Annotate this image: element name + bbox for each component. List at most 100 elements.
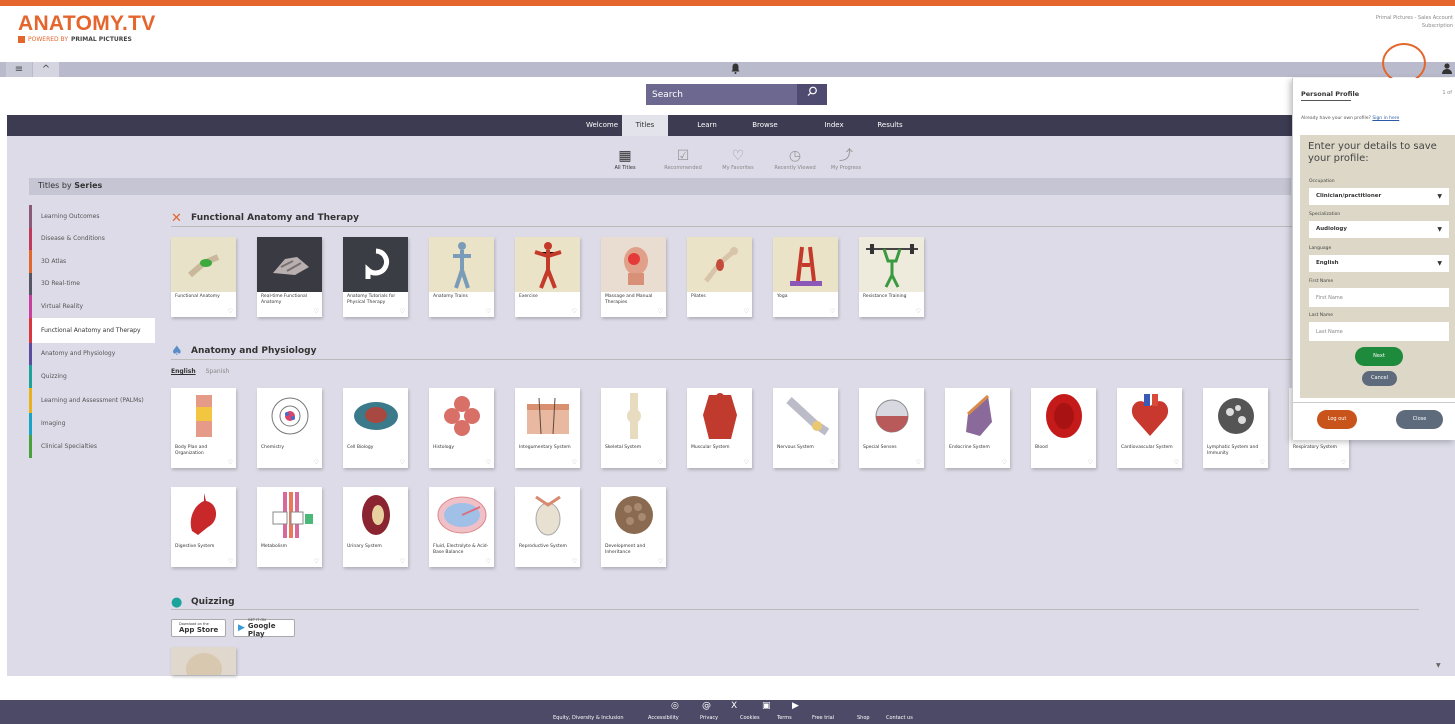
title-card[interactable]: Blood ♡	[1031, 388, 1096, 468]
heart-icon[interactable]: ♡	[830, 308, 835, 315]
subnav-my-progress[interactable]: ⤴ My Progress	[817, 148, 875, 171]
title-card[interactable]: Reproductive System ♡	[515, 487, 580, 567]
title-card[interactable]: Endocrine System ♡	[945, 388, 1010, 468]
user-icon[interactable]	[1442, 63, 1452, 77]
heart-icon[interactable]: ♡	[572, 308, 577, 315]
title-card[interactable]: Yoga ♡	[773, 237, 838, 317]
footer-link[interactable]: Accessibility	[648, 715, 679, 721]
footer-link[interactable]: Privacy	[700, 715, 718, 721]
linkedin-icon[interactable]: ▣	[762, 701, 771, 711]
heart-icon[interactable]: ♡	[916, 459, 921, 466]
title-card[interactable]: Muscular System ♡	[687, 388, 752, 468]
heart-icon[interactable]: ♡	[228, 558, 233, 565]
title-card[interactable]: Urinary System ♡	[343, 487, 408, 567]
title-card[interactable]: Metabolism ♡	[257, 487, 322, 567]
title-card[interactable]: Exercise ♡	[515, 237, 580, 317]
subnav-recently-viewed[interactable]: ◷ Recently Viewed	[767, 148, 823, 171]
heart-icon[interactable]: ♡	[1174, 459, 1179, 466]
title-card[interactable]: Special Senses ♡	[859, 388, 924, 468]
heart-icon[interactable]: ♡	[400, 558, 405, 565]
search-icon[interactable]	[797, 84, 827, 105]
footer-link[interactable]: Free trial	[812, 715, 834, 721]
signin-link[interactable]: Sign in here	[1372, 116, 1399, 121]
heart-icon[interactable]: ♡	[1260, 459, 1265, 466]
heart-icon[interactable]: ♡	[400, 308, 405, 315]
tab-welcome[interactable]: Welcome	[577, 115, 627, 136]
close-button[interactable]: Close	[1396, 410, 1443, 429]
heart-icon[interactable]: ♡	[1002, 459, 1007, 466]
footer-link[interactable]: Shop	[857, 715, 870, 721]
title-card[interactable]: Anatomy Trains ♡	[429, 237, 494, 317]
heart-icon[interactable]: ♡	[744, 459, 749, 466]
title-card[interactable]: Massage and Manual Therapies ♡	[601, 237, 666, 317]
title-card[interactable]: Functional Anatomy ♡	[171, 237, 236, 317]
title-card[interactable]: Fluid, Electrolyte & Acid-Base Balance ♡	[429, 487, 494, 567]
heart-icon[interactable]: ♡	[228, 308, 233, 315]
heart-icon[interactable]: ♡	[916, 308, 921, 315]
title-card[interactable]: Real-time Functional Anatomy ♡	[257, 237, 322, 317]
scroll-down-icon[interactable]: ▼	[1436, 662, 1441, 669]
cancel-button[interactable]: Cancel	[1362, 371, 1397, 386]
heart-icon[interactable]: ♡	[658, 308, 663, 315]
bell-icon[interactable]	[731, 63, 740, 77]
heart-icon[interactable]: ♡	[744, 308, 749, 315]
sidebar-item-3d-atlas[interactable]: 3D Atlas	[29, 250, 155, 273]
sidebar-item-anatomy-physiology[interactable]: Anatomy and Physiology	[29, 342, 155, 365]
subnav-recommended[interactable]: ☑ Recommended	[656, 148, 710, 171]
language-select[interactable]: English ▼	[1309, 255, 1449, 272]
occupation-select[interactable]: Clinician/practitioner ▼	[1309, 188, 1449, 205]
title-card[interactable]: Body Plan and Organization ♡	[171, 388, 236, 468]
sidebar-item-clinical-specialties[interactable]: Clinical Specialties	[29, 435, 155, 458]
heart-icon[interactable]: ♡	[486, 558, 491, 565]
tab-browse[interactable]: Browse	[740, 115, 790, 136]
title-card[interactable]: Chemistry ♡	[257, 388, 322, 468]
title-card[interactable]: Histology ♡	[429, 388, 494, 468]
youtube-icon[interactable]: ▶	[792, 701, 799, 711]
sidebar-item-virtual-reality[interactable]: Virtual Reality	[29, 295, 155, 318]
heart-icon[interactable]: ♡	[658, 459, 663, 466]
heart-icon[interactable]: ♡	[830, 459, 835, 466]
tab-results[interactable]: Results	[865, 115, 915, 136]
sidebar-item-learning-outcomes[interactable]: Learning Outcomes	[29, 205, 155, 228]
app-store-button[interactable]: Download on the App Store	[171, 619, 226, 637]
title-card[interactable]: Cardiovascular System ♡	[1117, 388, 1182, 468]
title-card[interactable]: Digestive System ♡	[171, 487, 236, 567]
heart-icon[interactable]: ♡	[314, 459, 319, 466]
instagram-icon[interactable]: ◎	[671, 701, 679, 711]
footer-link[interactable]: Equity, Diversity & Inclusion	[553, 715, 623, 721]
last-name-field[interactable]	[1309, 322, 1449, 341]
title-card[interactable]: Skeletal System ♡	[601, 388, 666, 468]
title-card[interactable]: Pilates ♡	[687, 237, 752, 317]
subnav-all-titles[interactable]: ▦ All Titles	[606, 148, 644, 171]
footer-link[interactable]: Contact us	[886, 715, 913, 721]
next-button[interactable]: Next	[1355, 347, 1403, 366]
title-card[interactable]: Anatomy Tutorials for Physical Therapy ♡	[343, 237, 408, 317]
x-icon[interactable]: X	[731, 701, 737, 711]
subnav-favorites[interactable]: ♡ My Favorites	[713, 148, 763, 171]
heart-icon[interactable]: ♡	[314, 558, 319, 565]
sidebar-item-3d-realtime[interactable]: 3D Real-time	[29, 272, 155, 295]
heart-icon[interactable]: ♡	[572, 459, 577, 466]
account-info[interactable]: Primal Pictures - Sales Account Subscrip…	[1373, 14, 1453, 30]
first-name-field[interactable]	[1309, 288, 1449, 307]
title-card[interactable]: Development and Inheritance ♡	[601, 487, 666, 567]
tab-spanish[interactable]: Spanish	[206, 368, 230, 375]
footer-link[interactable]: Terms	[777, 715, 792, 721]
sidebar-item-quizzing[interactable]: Quizzing	[29, 365, 155, 388]
sidebar-item-imaging[interactable]: Imaging	[29, 412, 155, 435]
logout-button[interactable]: Log out	[1317, 410, 1357, 429]
heart-icon[interactable]: ♡	[1341, 459, 1346, 466]
menu-icon[interactable]: ≡	[6, 62, 32, 77]
heart-icon[interactable]: ♡	[572, 558, 577, 565]
heart-icon[interactable]: ♡	[1088, 459, 1093, 466]
heart-icon[interactable]: ♡	[486, 308, 491, 315]
logo[interactable]: ANATOMY.TV POWERED BY PRIMAL PICTURES	[18, 13, 156, 43]
title-card[interactable]: Integumentary System ♡	[515, 388, 580, 468]
google-play-button[interactable]: ▶ GET IT ON Google Play	[233, 618, 295, 638]
quiz-card[interactable]	[171, 647, 236, 675]
heart-icon[interactable]: ♡	[228, 459, 233, 466]
tab-index[interactable]: Index	[811, 115, 857, 136]
heart-icon[interactable]: ♡	[486, 459, 491, 466]
specialization-select[interactable]: Audiology ▼	[1309, 221, 1449, 238]
title-card[interactable]: Nervous System ♡	[773, 388, 838, 468]
